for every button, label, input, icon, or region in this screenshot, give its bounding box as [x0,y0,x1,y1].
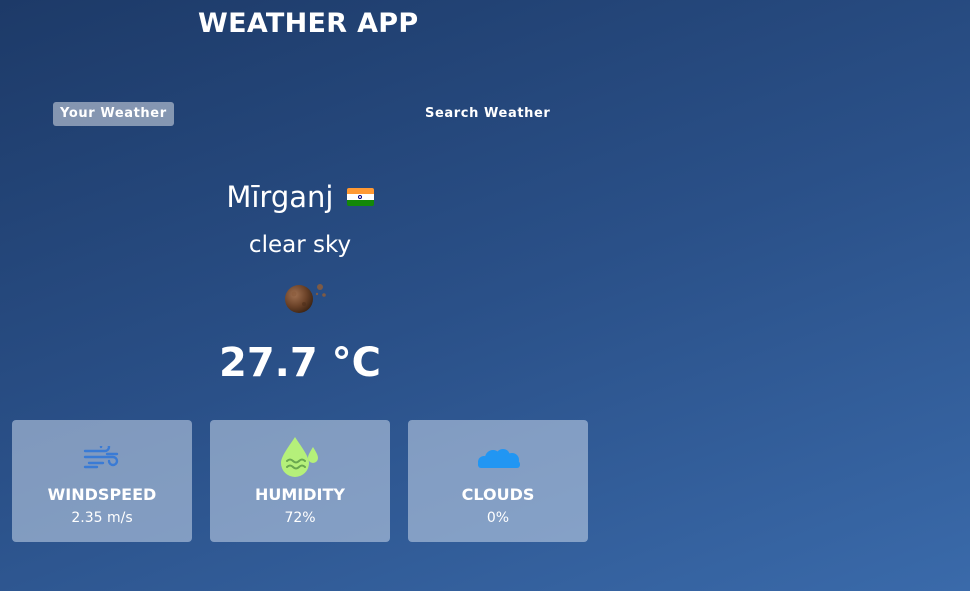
humidity-value: 72% [284,510,316,526]
tab-search-weather[interactable]: Search Weather [418,102,557,126]
humidity-icon [281,437,318,477]
weather-description: clear sky [248,232,352,258]
windspeed-value: 2.35 m/s [71,510,133,526]
windspeed-label: WINDSPEED [47,485,157,504]
wind-icon [83,446,119,469]
stat-card-humidity: HUMIDITY 72% [210,420,390,542]
humidity-label: HUMIDITY [255,485,345,504]
city-name: Mīrganj [226,180,334,214]
tab-your-weather[interactable]: Your Weather [53,102,174,126]
clouds-value: 0% [486,510,510,526]
cloud-icon [478,449,520,468]
clear-sky-icon [285,284,326,313]
stat-card-clouds: CLOUDS 0% [408,420,588,542]
stat-card-windspeed: WINDSPEED 2.35 m/s [12,420,192,542]
india-flag-icon [346,188,374,206]
clouds-label: CLOUDS [461,485,535,504]
location-row: Mīrganj [0,180,600,214]
app-title: WEATHER APP [198,8,419,39]
temperature: 27.7 °C [219,340,381,386]
